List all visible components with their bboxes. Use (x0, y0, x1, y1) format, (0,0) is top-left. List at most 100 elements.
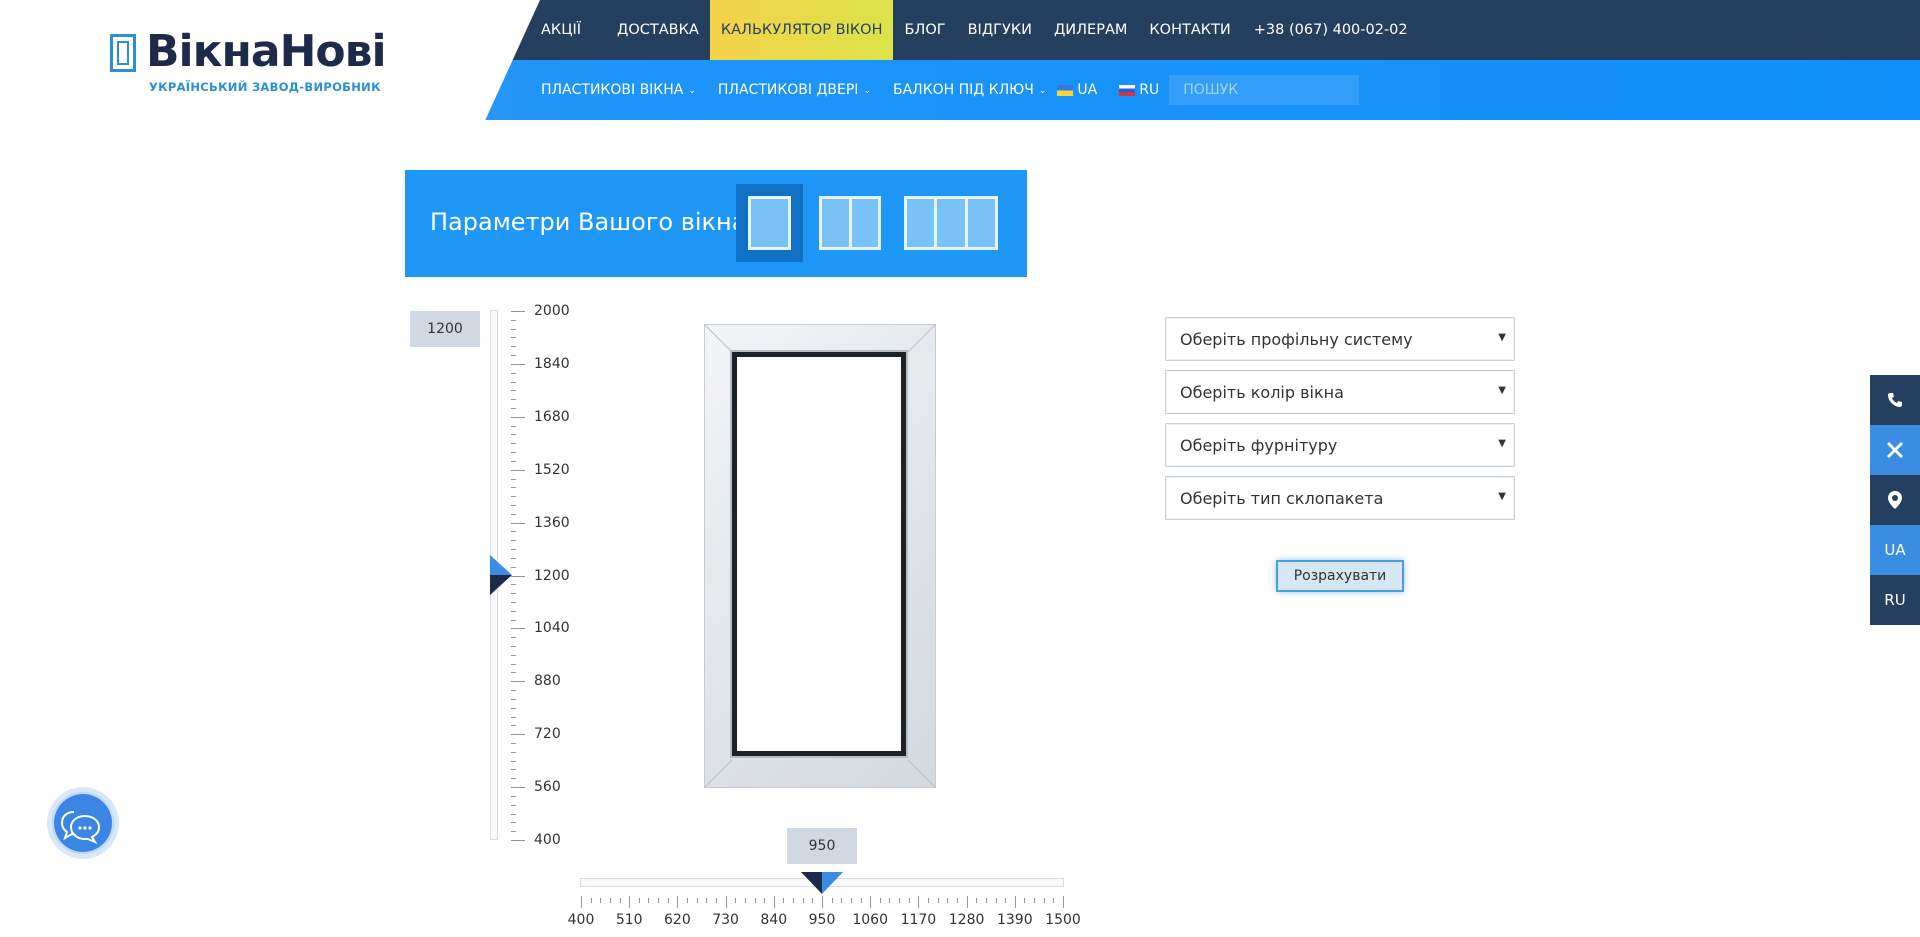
width-major-tick (822, 896, 823, 908)
height-minor-tick (511, 725, 516, 727)
height-minor-tick (511, 619, 516, 621)
width-minor-tick (1005, 898, 1007, 903)
top-nav-item-calculator[interactable]: КАЛЬКУЛЯТОР ВІКОН (709, 0, 894, 60)
window-parameters-header: Параметри Вашого вікна (405, 170, 1027, 277)
sub-nav-item-doors[interactable]: ПЛАСТИКОВІ ДВЕРІ ⌄ (707, 60, 882, 120)
height-minor-tick (511, 566, 516, 568)
height-tick-label: 1840 (534, 355, 570, 372)
height-minor-tick (511, 557, 516, 559)
width-minor-tick (1024, 898, 1026, 903)
height-tick-label: 560 (534, 779, 561, 796)
width-major-tick (725, 896, 727, 908)
width-minor-tick (754, 898, 756, 903)
glass-unit-select[interactable]: Оберіть тип склопакета ▼ (1165, 476, 1515, 520)
width-minor-tick (812, 898, 814, 903)
width-tick-label: 950 (808, 912, 836, 928)
height-minor-tick (511, 672, 516, 674)
height-minor-tick (511, 795, 516, 797)
chevron-down-icon: ⌄ (688, 86, 696, 96)
height-minor-tick (511, 372, 516, 374)
chat-widget-button[interactable] (52, 792, 114, 854)
height-minor-tick (511, 663, 516, 665)
top-nav-item-dostavka[interactable]: ДОСТАВКА (606, 0, 710, 60)
height-major-tick (511, 628, 525, 630)
width-minor-tick (764, 898, 766, 903)
chat-bubble-icon (60, 811, 101, 845)
height-major-tick (511, 840, 525, 841)
width-minor-tick (590, 898, 592, 903)
height-minor-tick (511, 601, 516, 603)
width-tick-label: 620 (664, 912, 691, 928)
window-pane (751, 199, 788, 247)
side-lang-ua-button[interactable]: UA (1870, 525, 1920, 575)
height-tick-label: 1520 (534, 461, 570, 478)
height-major-tick (511, 734, 525, 736)
window-pane (967, 199, 995, 247)
width-major-tick (677, 896, 679, 908)
width-minor-tick (667, 898, 669, 903)
lang-ua-label: UA (1077, 82, 1098, 98)
width-major-tick (773, 896, 775, 908)
width-major-tick (870, 896, 872, 908)
window-type-double-button[interactable] (813, 184, 883, 262)
width-minor-tick (1043, 898, 1045, 903)
width-tick-label: 730 (712, 912, 739, 928)
width-minor-tick (638, 898, 640, 903)
profile-system-select[interactable]: Оберіть профільну систему ▼ (1165, 317, 1515, 361)
height-minor-tick (511, 698, 516, 700)
top-nav: АКЦІЇ ДОСТАВКА КАЛЬКУЛЯТОР ВІКОН БЛОГ ВІ… (530, 0, 1419, 60)
ukraine-flag-icon (1057, 84, 1074, 96)
width-tick-label: 1060 (852, 912, 889, 928)
side-lang-ru-button[interactable]: RU (1870, 575, 1920, 625)
width-minor-tick (908, 898, 910, 903)
height-minor-tick (511, 778, 516, 780)
top-nav-item-dealers[interactable]: ДИЛЕРАМ (1043, 0, 1138, 60)
window-type-single-button[interactable] (736, 184, 803, 262)
height-minor-tick (511, 540, 516, 542)
height-slider-handle[interactable] (490, 555, 512, 595)
top-nav-phone[interactable]: +38 (067) 400-02-02 (1242, 0, 1419, 60)
dropdown-arrow-icon: ▼ (1498, 385, 1506, 396)
width-minor-tick (600, 898, 602, 903)
width-minor-tick (1034, 898, 1036, 903)
width-slider-handle[interactable] (801, 872, 843, 894)
lang-ru-link[interactable]: RU (1105, 60, 1159, 120)
lang-ua-link[interactable]: UA (1057, 60, 1105, 120)
height-minor-tick (511, 319, 516, 321)
height-tick-label: 1360 (534, 514, 570, 531)
double-sash-window-icon (819, 196, 881, 250)
width-minor-tick (985, 898, 987, 903)
calculate-button[interactable]: Розрахувати (1276, 560, 1404, 592)
width-minor-tick (995, 898, 997, 903)
window-type-triple-button[interactable] (900, 184, 1002, 262)
sub-nav-label: ПЛАСТИКОВІ ВІКНА (541, 82, 684, 98)
side-phone-button[interactable] (1870, 375, 1920, 425)
hardware-select[interactable]: Оберіть фурнітуру ▼ (1165, 423, 1515, 467)
height-minor-tick (511, 654, 516, 656)
height-minor-tick (511, 355, 516, 357)
top-nav-item-blog[interactable]: БЛОГ (893, 0, 956, 60)
sub-nav-item-balcony[interactable]: БАЛКОН ПІД КЛЮЧ ⌄ (882, 60, 1057, 120)
side-location-button[interactable] (1870, 475, 1920, 525)
sub-nav-item-windows[interactable]: ПЛАСТИКОВІ ВІКНА ⌄ (530, 60, 707, 120)
parameters-title: Параметри Вашого вікна (430, 208, 747, 236)
height-tick-label: 400 (534, 832, 561, 848)
chevron-down-icon: ⌄ (1038, 86, 1047, 96)
height-minor-tick (511, 390, 516, 392)
top-nav-item-contacts[interactable]: КОНТАКТИ (1138, 0, 1241, 60)
window-color-select[interactable]: Оберіть колір вікна ▼ (1165, 370, 1515, 414)
top-nav-item-akcii[interactable]: АКЦІЇ (530, 0, 592, 60)
height-major-tick (511, 311, 525, 312)
profile-system-value: Оберіть профільну систему (1180, 330, 1413, 349)
dropdown-arrow-icon: ▼ (1498, 438, 1506, 449)
width-minor-tick (850, 898, 852, 903)
side-tools-button[interactable] (1870, 425, 1920, 475)
width-minor-tick (648, 898, 650, 903)
height-minor-tick (511, 496, 516, 498)
width-tick-label: 840 (760, 912, 788, 928)
triple-sash-window-icon (904, 196, 998, 250)
width-value-badge: 950 (787, 828, 857, 864)
top-nav-item-reviews[interactable]: ВІДГУКИ (957, 0, 1043, 60)
height-minor-tick (511, 637, 516, 639)
search-input[interactable] (1169, 75, 1360, 105)
